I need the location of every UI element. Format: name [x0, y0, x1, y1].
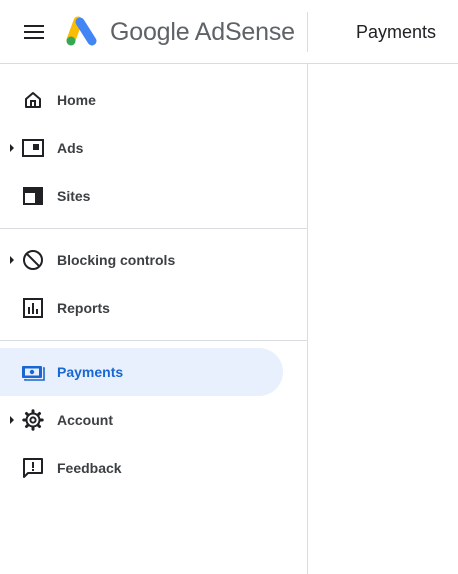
sidebar-item-label: Blocking controls [57, 252, 176, 268]
expand-caret-icon[interactable] [10, 416, 14, 424]
block-icon [21, 248, 45, 272]
sidebar-item-reports[interactable]: Reports [0, 284, 283, 332]
sidebar-item-label: Account [57, 412, 113, 428]
sidebar-item-account[interactable]: Account [0, 396, 283, 444]
sidebar-item-label: Payments [57, 364, 124, 380]
sidebar-item-label: Home [57, 92, 96, 108]
reports-icon [21, 296, 45, 320]
expand-caret-icon[interactable] [10, 256, 14, 264]
sidebar-item-blocking-controls[interactable]: Blocking controls [0, 236, 283, 284]
sidebar-item-label: Sites [57, 188, 91, 204]
app-name: Google AdSense [110, 18, 295, 46]
payments-icon [21, 360, 45, 384]
header-divider [307, 12, 308, 52]
sidebar-item-feedback[interactable]: Feedback [0, 444, 283, 492]
home-icon [21, 88, 45, 112]
sidebar-divider-2 [0, 340, 307, 341]
hamburger-menu-icon [24, 25, 44, 39]
sidebar-item-payments[interactable]: Payments [0, 348, 283, 396]
feedback-icon [21, 456, 45, 480]
sidebar-item-home[interactable]: Home [0, 76, 283, 124]
sidebar-item-label: Feedback [57, 460, 122, 476]
expand-caret-icon[interactable] [10, 144, 14, 152]
sidebar-divider-1 [0, 228, 307, 229]
sites-icon [21, 184, 45, 208]
page-title: Payments [356, 22, 437, 42]
sidebar-divider [307, 64, 308, 574]
sidebar-item-label: Ads [57, 140, 84, 156]
adsense-logo-icon [66, 16, 97, 46]
sidebar-item-ads[interactable]: Ads [0, 124, 283, 172]
ads-icon [21, 136, 45, 160]
settings-icon [21, 408, 45, 432]
sidebar-item-sites[interactable]: Sites [0, 172, 283, 220]
main-menu-button[interactable] [14, 12, 54, 52]
top-app-bar: Google AdSense Payments [0, 0, 458, 64]
sidebar-item-label: Reports [57, 300, 110, 316]
